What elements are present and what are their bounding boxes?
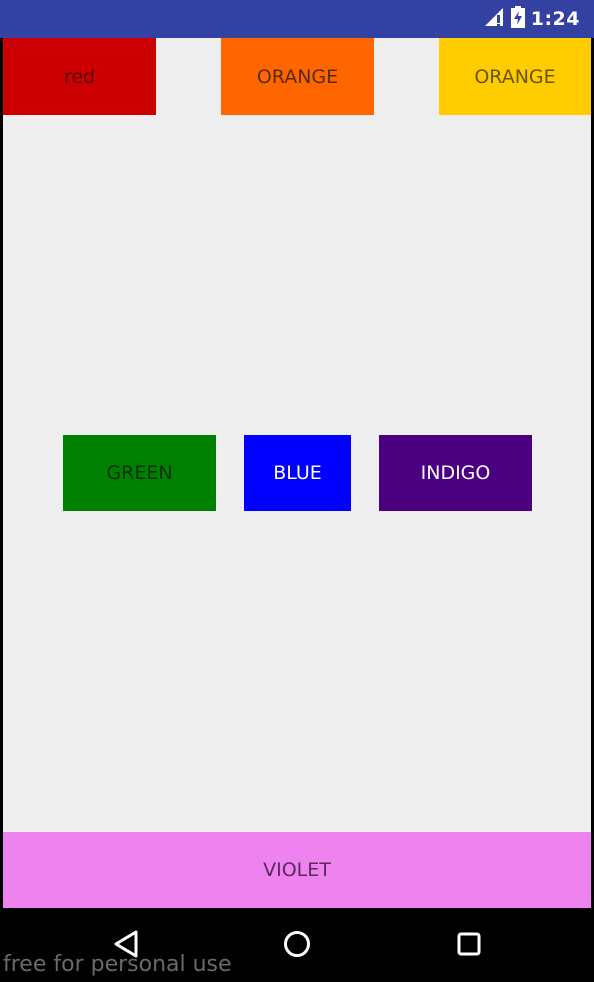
orange-button-2-label: ORANGE [474,65,556,88]
red-button[interactable]: red [3,38,156,115]
indigo-button[interactable]: INDIGO [379,435,532,511]
green-button-label: GREEN [106,462,173,484]
battery-charging-icon [510,6,525,32]
status-bar: 1:24 [0,0,594,38]
red-button-label: red [63,65,96,88]
violet-button-label: VIOLET [263,859,331,881]
blue-button-label: BLUE [273,462,322,484]
orange-button-1[interactable]: ORANGE [221,38,374,115]
status-clock: 1:24 [530,8,580,30]
violet-button[interactable]: VIOLET [3,832,591,908]
blue-button[interactable]: BLUE [244,435,351,511]
recents-icon[interactable] [449,924,489,964]
indigo-button-label: INDIGO [420,462,491,484]
signal-icon [483,7,505,31]
home-icon[interactable] [277,924,317,964]
status-icons: 1:24 [483,6,580,32]
orange-button-2[interactable]: ORANGE [439,38,591,115]
watermark-text: free for personal use [3,952,232,977]
green-button[interactable]: GREEN [63,435,216,511]
orange-button-1-label: ORANGE [256,65,339,88]
